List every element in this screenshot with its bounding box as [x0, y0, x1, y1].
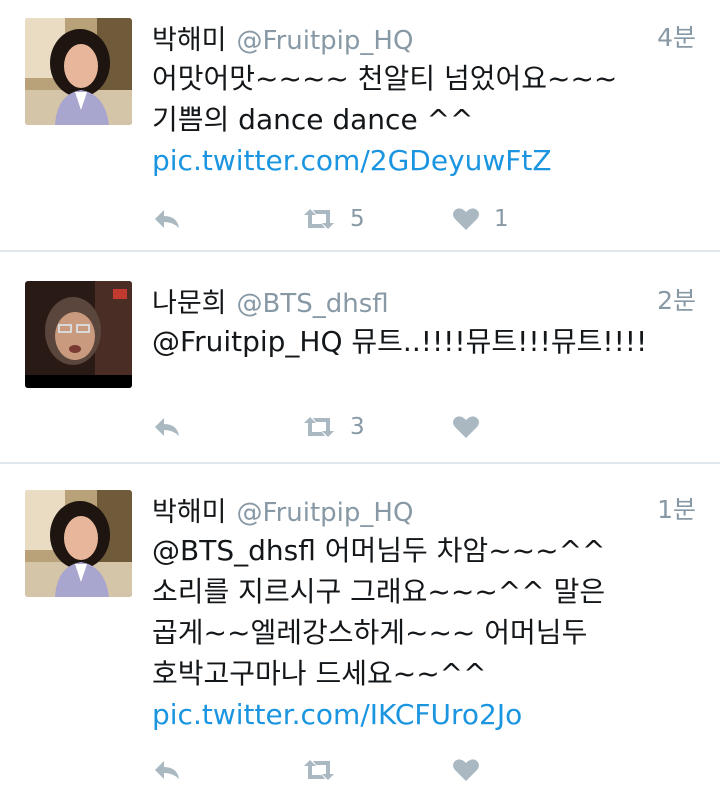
- reply-button[interactable]: [152, 415, 302, 439]
- tweet-header: 나문희 @BTS_dhsfl: [152, 281, 389, 321]
- retweet-button[interactable]: [302, 758, 452, 782]
- display-name[interactable]: 박해미: [152, 490, 227, 529]
- tweet-text: @BTS_dhsfl 어머님두 차암~~~^^ 소리를 지르시구 그래요~~~^…: [152, 530, 700, 735]
- reply-button[interactable]: [152, 758, 302, 782]
- avatar-image: [25, 281, 132, 388]
- tweet-actions: 3: [152, 409, 480, 445]
- media-link[interactable]: pic.twitter.com/IKCFUro2Jo: [152, 694, 700, 735]
- tweet-text-line: 호박고구마나 드세요~~^^: [152, 657, 487, 690]
- heart-icon: [453, 208, 479, 230]
- tweet-text-line: 어맛어맛~~~~ 천알티 넘었어요~~~: [152, 62, 618, 95]
- reply-icon: [155, 418, 179, 436]
- tweet-actions: 5 1: [152, 201, 509, 237]
- reply-icon: [155, 210, 179, 228]
- tweet-divider: [0, 250, 720, 252]
- username[interactable]: @BTS_dhsfl: [237, 289, 389, 319]
- display-name[interactable]: 박해미: [152, 18, 227, 57]
- media-link[interactable]: pic.twitter.com/2GDeyuwFtZ: [152, 140, 700, 181]
- tweet-text-line: 소리를 지르시구 그래요~~~^^ 말은: [152, 575, 606, 608]
- avatar[interactable]: [25, 18, 132, 125]
- retweet-button[interactable]: 3: [302, 414, 452, 440]
- retweet-button[interactable]: 5: [302, 206, 452, 232]
- timestamp[interactable]: 4분: [657, 18, 696, 54]
- tweet-timeline: 박해미 @Fruitpip_HQ 4분 어맛어맛~~~~ 천알티 넘었어요~~~…: [0, 0, 720, 795]
- tweet-text-line: 곱게~~엘레강스하게~~~ 어머님두: [152, 616, 588, 649]
- retweet-count: 3: [350, 414, 365, 440]
- avatar[interactable]: [25, 490, 132, 597]
- username[interactable]: @Fruitpip_HQ: [237, 26, 414, 56]
- avatar[interactable]: [25, 281, 132, 388]
- reply-icon: [155, 761, 179, 779]
- tweet[interactable]: 박해미 @Fruitpip_HQ 1분 @BTS_dhsfl 어머님두 차암~~…: [0, 490, 720, 795]
- tweet[interactable]: 나문희 @BTS_dhsfl 2분 @Fruitpip_HQ 뮤트..!!!!뮤…: [0, 281, 720, 461]
- avatar-image: [25, 18, 132, 125]
- like-button[interactable]: [452, 758, 480, 782]
- timestamp[interactable]: 2분: [657, 281, 696, 317]
- reply-button[interactable]: [152, 207, 302, 231]
- tweet-divider: [0, 462, 720, 464]
- like-count: 1: [494, 206, 509, 232]
- timestamp[interactable]: 1분: [657, 490, 696, 526]
- tweet-text-line: @Fruitpip_HQ 뮤트..!!!!뮤트!!!뮤트!!!!: [152, 325, 648, 358]
- tweet-text-line: @BTS_dhsfl 어머님두 차암~~~^^: [152, 534, 606, 567]
- tweet-header: 박해미 @Fruitpip_HQ: [152, 18, 413, 58]
- display-name[interactable]: 나문희: [152, 281, 227, 320]
- tweet-header: 박해미 @Fruitpip_HQ: [152, 490, 413, 530]
- tweet-text: @Fruitpip_HQ 뮤트..!!!!뮤트!!!뮤트!!!!: [152, 321, 700, 362]
- avatar-image: [25, 490, 132, 597]
- username[interactable]: @Fruitpip_HQ: [237, 498, 414, 528]
- like-button[interactable]: 1: [452, 206, 509, 232]
- heart-icon: [453, 416, 479, 438]
- like-button[interactable]: [452, 415, 480, 439]
- heart-icon: [453, 759, 479, 781]
- retweet-icon: [304, 209, 334, 229]
- tweet-text-line: 기쁨의 dance dance ^^: [152, 103, 474, 136]
- retweet-icon: [304, 760, 334, 780]
- retweet-count: 5: [350, 206, 365, 232]
- tweet-text: 어맛어맛~~~~ 천알티 넘었어요~~~ 기쁨의 dance dance ^^ …: [152, 58, 700, 181]
- tweet[interactable]: 박해미 @Fruitpip_HQ 4분 어맛어맛~~~~ 천알티 넘었어요~~~…: [0, 18, 720, 243]
- tweet-actions: [152, 752, 480, 788]
- retweet-icon: [304, 417, 334, 437]
